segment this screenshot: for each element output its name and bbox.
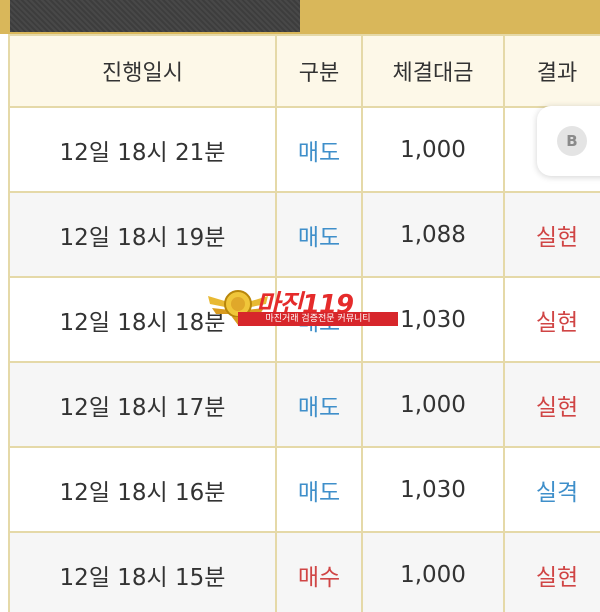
cell-result: 실현 bbox=[504, 192, 600, 278]
cell-time: 12일 18시 15분 bbox=[10, 532, 277, 612]
cell-result: 실현 bbox=[504, 532, 600, 612]
cell-amount: 1,088 bbox=[362, 192, 505, 278]
cell-result: 실현 bbox=[504, 362, 600, 448]
watermark-logo: 마진119 마진거래 검증전문 커뮤니티 bbox=[206, 282, 398, 328]
cell-time: 12일 18시 16분 bbox=[10, 447, 277, 533]
floating-avatar-card[interactable]: B bbox=[537, 106, 600, 176]
cell-time: 12일 18시 19분 bbox=[10, 192, 277, 278]
cell-result: 실격 bbox=[504, 447, 600, 533]
top-bar bbox=[0, 0, 600, 34]
cell-amount: 1,000 bbox=[362, 362, 505, 448]
cell-amount: 1,000 bbox=[362, 532, 505, 612]
table-row: 12일 18시 15분 매수 1,000 실현 bbox=[10, 532, 600, 612]
table-header-row: 진행일시 구분 체결대금 결과 bbox=[10, 36, 600, 108]
table-row: 12일 18시 19분 매도 1,088 실현 bbox=[10, 192, 600, 278]
header-result: 결과 bbox=[504, 36, 600, 108]
table-row: 12일 18시 16분 매도 1,030 실격 bbox=[10, 447, 600, 533]
watermark-subtitle: 마진거래 검증전문 커뮤니티 bbox=[238, 312, 398, 326]
user-avatar[interactable]: B bbox=[557, 126, 587, 156]
cell-time: 12일 18시 21분 bbox=[10, 107, 277, 193]
cell-type: 매도 bbox=[276, 447, 363, 533]
cell-time: 12일 18시 17분 bbox=[10, 362, 277, 448]
cell-type: 매도 bbox=[276, 107, 363, 193]
top-bar-dark-segment bbox=[10, 0, 300, 32]
cell-result: 실현 bbox=[504, 277, 600, 363]
header-type: 구분 bbox=[276, 36, 363, 108]
cell-amount: 1,000 bbox=[362, 107, 505, 193]
cell-amount: 1,030 bbox=[362, 447, 505, 533]
header-time: 진행일시 bbox=[10, 36, 277, 108]
cell-type: 매도 bbox=[276, 192, 363, 278]
cell-type: 매도 bbox=[276, 362, 363, 448]
cell-type: 매수 bbox=[276, 532, 363, 612]
table-row: 12일 18시 17분 매도 1,000 실현 bbox=[10, 362, 600, 448]
table-row: 12일 18시 21분 매도 1,000 실현 bbox=[10, 107, 600, 193]
header-amount: 체결대금 bbox=[362, 36, 505, 108]
